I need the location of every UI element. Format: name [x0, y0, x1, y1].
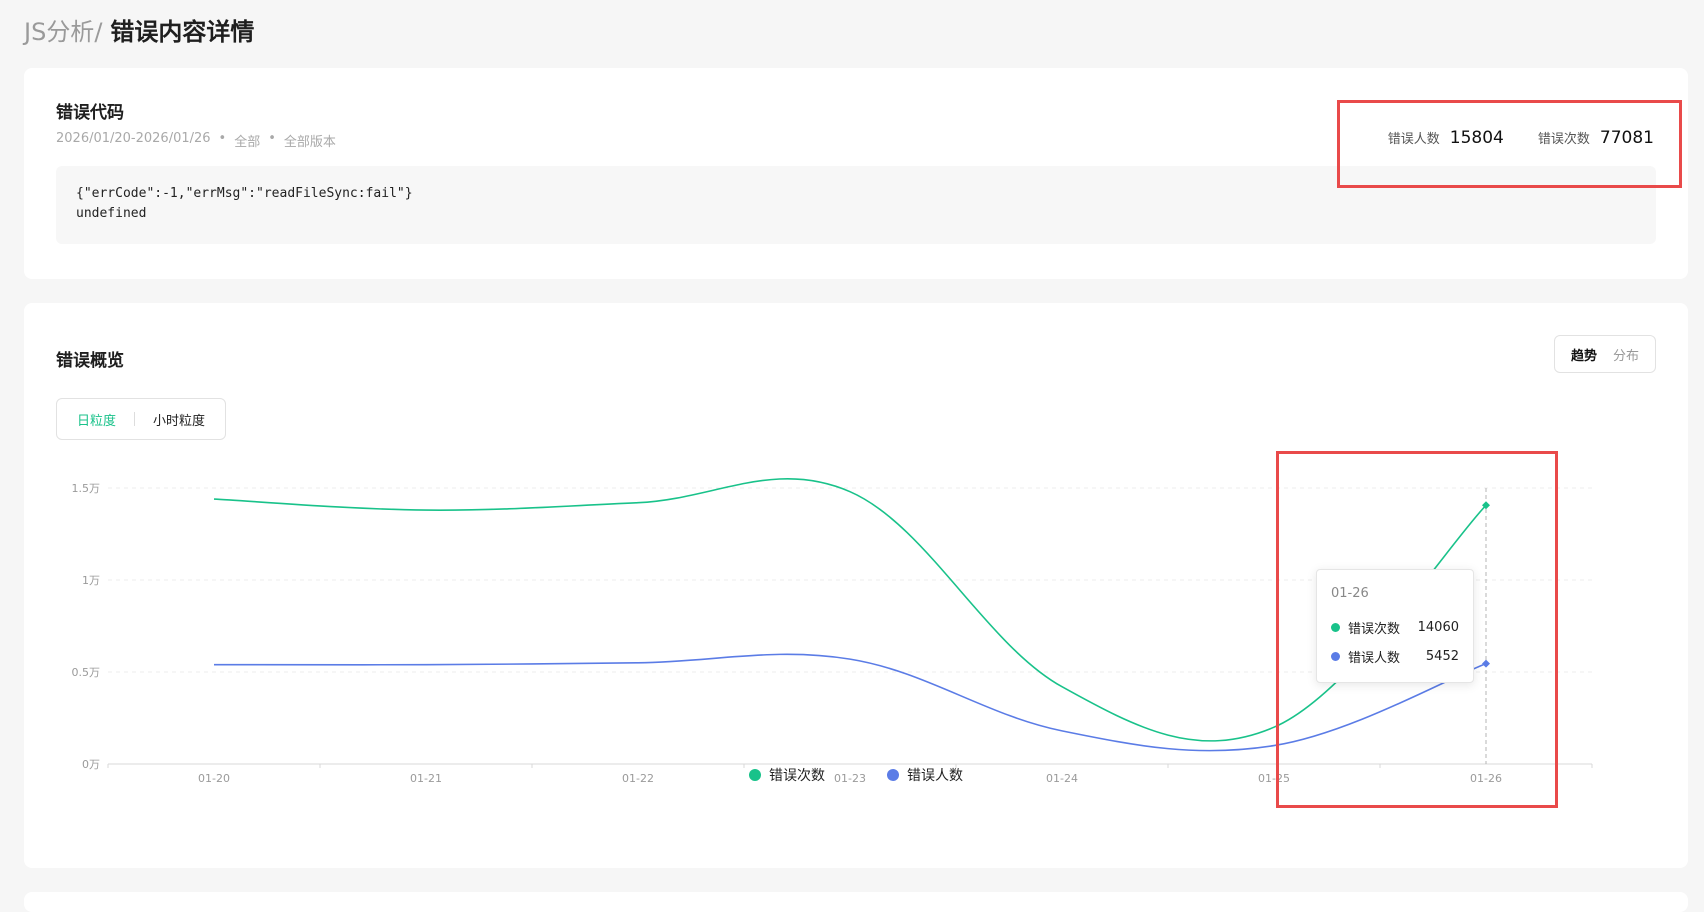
legend-dot-icon: [887, 769, 899, 781]
y-tick-label: 1万: [82, 574, 100, 587]
annotation-box-stats: [1337, 100, 1682, 188]
code-line: {"errCode":-1,"errMsg":"readFileSync:fai…: [76, 186, 413, 201]
legend-label: 错误次数: [769, 768, 825, 784]
date-range: 2026/01/20-2026/01/26: [56, 131, 211, 146]
error-code-title: 错误代码: [56, 103, 124, 123]
legend-item-error-count[interactable]: 错误次数: [749, 765, 825, 785]
y-tick-label: 0.5万: [72, 666, 101, 679]
meta-separator-icon: •: [268, 131, 276, 146]
page-title: 错误内容详情: [110, 18, 255, 46]
annotation-box-chart: [1276, 451, 1558, 808]
breadcrumb-separator: /: [94, 18, 103, 46]
scope-label: 全部: [234, 135, 261, 150]
meta-separator-icon: •: [218, 131, 227, 146]
breadcrumb: JS分析 / 错误内容详情: [24, 12, 254, 46]
breadcrumb-parent[interactable]: JS分析: [24, 12, 94, 47]
next-card: [24, 892, 1688, 912]
legend-dot-icon: [749, 769, 761, 781]
code-line: undefined: [76, 206, 147, 221]
error-meta: 2026/01/20-2026/01/26 • 全部 • 全部版本: [56, 131, 336, 150]
y-tick-label: 1.5万: [72, 482, 101, 495]
version-label: 全部版本: [283, 135, 336, 150]
legend-label: 错误人数: [907, 768, 963, 784]
legend-item-error-users[interactable]: 错误人数: [887, 765, 963, 785]
